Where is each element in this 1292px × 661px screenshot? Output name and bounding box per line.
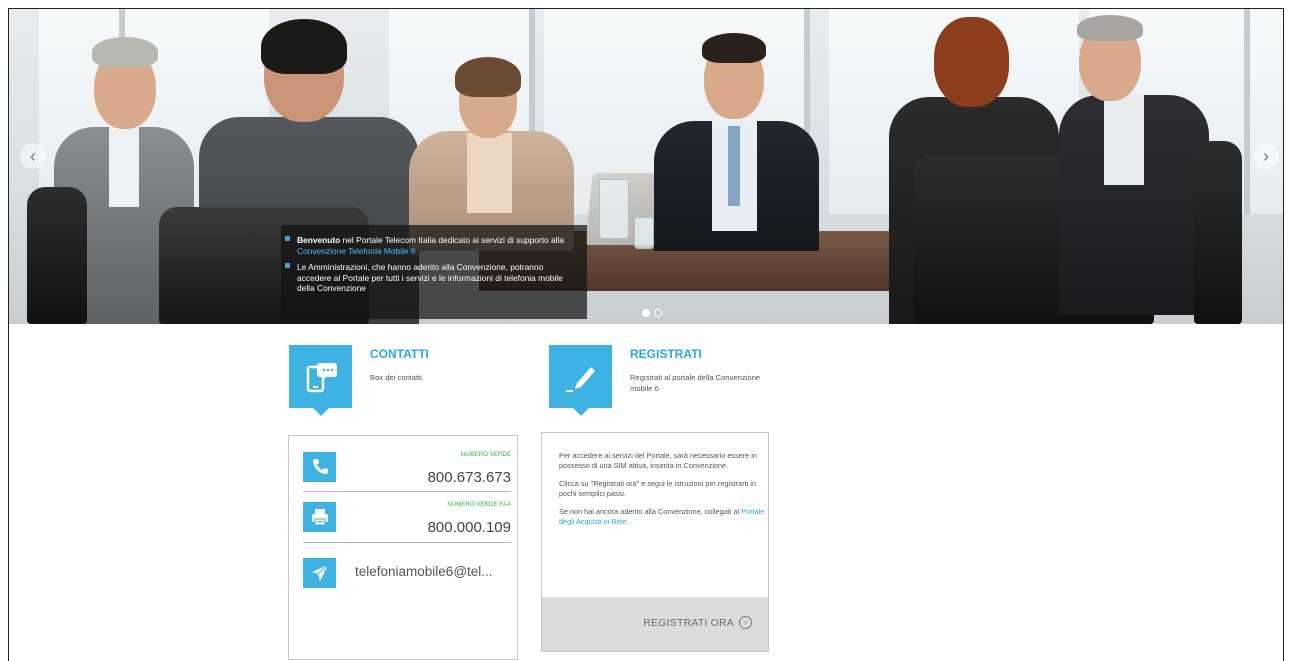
numero-verde-fax-value[interactable]: 800.000.109 bbox=[428, 519, 511, 536]
carousel-prev-button[interactable]: ‹ bbox=[20, 143, 46, 169]
numero-verde-fax-label: NUMERO VERDE FAX bbox=[447, 502, 511, 508]
numero-verde-value[interactable]: 800.673.673 bbox=[428, 469, 511, 486]
registrati-card: Per accedere ai servizi del Portale, sar… bbox=[541, 432, 769, 652]
chevron-right-icon: › bbox=[739, 616, 752, 629]
carousel-caption: Benvenuto nel Portale Telecom Italia ded… bbox=[281, 225, 587, 319]
glass-illustration bbox=[634, 217, 654, 249]
caption-text: nel Portale Telecom Italia dedicato ai s… bbox=[340, 235, 565, 245]
carafe-illustration bbox=[599, 179, 629, 239]
chair-illustration bbox=[1194, 141, 1242, 324]
hero-carousel: ‹ › Benvenuto nel Portale Telecom Italia… bbox=[9, 9, 1283, 324]
convenzione-link[interactable]: Convenzione Telefonia Mobile 6. bbox=[297, 246, 418, 256]
numero-verde-label: NUMERO VERDE bbox=[460, 452, 511, 458]
window-mullion bbox=[1244, 9, 1250, 214]
divider bbox=[303, 542, 511, 543]
registrati-ora-label: REGISTRATI ORA bbox=[643, 617, 734, 629]
page-frame: ‹ › Benvenuto nel Portale Telecom Italia… bbox=[8, 8, 1284, 661]
contatti-title: CONTATTI bbox=[370, 347, 429, 361]
registrati-text: Per accedere ai servizi del Portale, sar… bbox=[559, 451, 767, 535]
phone-icon bbox=[313, 459, 328, 474]
chair-illustration bbox=[27, 187, 87, 324]
paper-plane-icon bbox=[312, 564, 329, 581]
divider bbox=[303, 491, 511, 492]
registrati-subtitle: Registrati al portale della Convenzione … bbox=[630, 373, 761, 393]
caption-item: Le Amministrazioni, che hanno aderito al… bbox=[285, 262, 577, 294]
email-link[interactable]: telefoniamobile6@tel... bbox=[355, 564, 493, 579]
registrati-footer: REGISTRATI ORA › bbox=[542, 597, 768, 651]
registrati-tile bbox=[549, 345, 612, 416]
registrati-ora-button[interactable]: REGISTRATI ORA › bbox=[643, 616, 752, 629]
phone-icon-tile bbox=[303, 452, 336, 482]
carousel-indicators bbox=[642, 309, 662, 317]
contatti-card: NUMERO VERDE 800.673.673 NUMERO VERDE FA… bbox=[288, 435, 518, 660]
caption-strong: Benvenuto bbox=[297, 235, 341, 245]
contatti-subtitle: Box dei contatti bbox=[370, 373, 422, 382]
carousel-dot-1[interactable] bbox=[642, 309, 650, 317]
registrati-para-3: Se non hai ancora aderito alla Convenzio… bbox=[559, 507, 767, 527]
carousel-dot-2[interactable] bbox=[654, 309, 662, 317]
mobile-chat-icon bbox=[306, 363, 337, 393]
caption-item: Benvenuto nel Portale Telecom Italia ded… bbox=[285, 235, 577, 256]
pen-icon bbox=[566, 367, 595, 392]
carousel-next-button[interactable]: › bbox=[1253, 143, 1279, 169]
registrati-para-3-text: Se non hai ancora aderito alla Convenzio… bbox=[559, 507, 742, 516]
email-icon-tile bbox=[303, 558, 336, 588]
registrati-para-2: Clicca su "Registrati ora" e segui le is… bbox=[559, 479, 757, 498]
registrati-para-1: Per accedere ai servizi del Portale, sar… bbox=[559, 451, 757, 470]
contatti-tile bbox=[289, 345, 352, 416]
registrati-title: REGISTRATI bbox=[630, 347, 702, 361]
caption-text: Le Amministrazioni, che hanno aderito al… bbox=[297, 262, 563, 293]
fax-icon-tile bbox=[303, 502, 336, 532]
printer-icon bbox=[312, 509, 328, 526]
